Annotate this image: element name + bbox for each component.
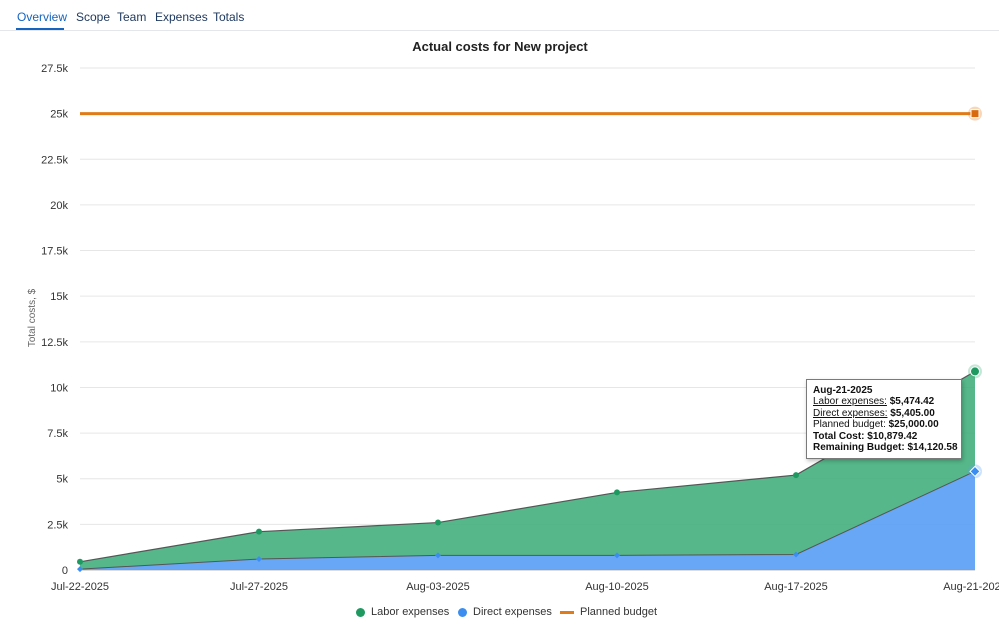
x-tick-label: Aug-10-2025 bbox=[585, 581, 649, 593]
y-axis-label: Total costs, $ bbox=[27, 288, 38, 347]
y-tick-label: 0 bbox=[62, 565, 68, 577]
y-tick-label: 2.5k bbox=[47, 519, 68, 531]
y-tick-label: 20k bbox=[50, 200, 68, 212]
tooltip-date: Aug-21-2025 bbox=[813, 385, 873, 396]
cost-chart: Actual costs for New project Total costs… bbox=[27, 39, 999, 593]
planned-budget-point bbox=[970, 109, 980, 119]
legend-planned-marker bbox=[560, 610, 574, 614]
tooltip-total-value: $10,879.42 bbox=[867, 430, 918, 442]
legend-planned-label: Planned budget bbox=[580, 606, 658, 618]
tab-team[interactable]: Team bbox=[117, 10, 146, 24]
legend-labor-marker bbox=[356, 607, 365, 617]
tooltip-planned-label: Planned budget: bbox=[813, 419, 886, 431]
chart-title: Actual costs for New project bbox=[412, 39, 588, 54]
labor-expenses-point bbox=[614, 489, 620, 496]
legend-item-planned[interactable]: Planned budget bbox=[560, 606, 657, 618]
labor-expenses-point bbox=[77, 558, 83, 565]
y-tick-label: 5k bbox=[56, 474, 68, 486]
legend-item-direct[interactable]: Direct expenses bbox=[458, 606, 552, 618]
legend-direct-marker bbox=[458, 607, 467, 617]
labor-expenses-point bbox=[970, 366, 980, 377]
y-tick-label: 17.5k bbox=[41, 246, 68, 258]
tab-expenses[interactable]: Expenses bbox=[155, 10, 208, 24]
y-tick-label: 10k bbox=[50, 382, 68, 394]
tooltip-direct-label: Direct expenses: bbox=[813, 407, 888, 419]
x-tick-label: Jul-22-2025 bbox=[51, 581, 109, 593]
legend-direct-label: Direct expenses bbox=[473, 606, 552, 618]
labor-expenses-point bbox=[793, 472, 799, 479]
y-tick-label: 25k bbox=[50, 109, 68, 121]
tooltip-labor-value: $5,474.42 bbox=[889, 396, 935, 408]
tooltip-remaining-label: Remaining Budget: bbox=[813, 442, 905, 454]
tab-totals[interactable]: Totals bbox=[213, 10, 244, 24]
tooltip-total-label: Total Cost: bbox=[813, 430, 865, 442]
x-tick-label: Jul-27-2025 bbox=[230, 581, 288, 593]
tab-overview[interactable]: Overview bbox=[17, 10, 67, 24]
tab-bar: Overview Scope Team Expenses Totals bbox=[0, 0, 999, 31]
y-tick-label: 12.5k bbox=[41, 337, 68, 349]
x-tick-label: Aug-17-2025 bbox=[764, 581, 828, 593]
labor-expenses-point bbox=[435, 519, 441, 526]
y-tick-label: 22.5k bbox=[41, 154, 68, 166]
tooltip-labor-label: Labor expenses: bbox=[813, 396, 887, 408]
labor-expenses-point bbox=[256, 528, 262, 535]
tooltip-remaining-value: $14,120.58 bbox=[907, 442, 958, 454]
data-tooltip: Aug-21-2025 Labor expenses: $5,474.42 Di… bbox=[806, 379, 962, 459]
tooltip-direct-value: $5,405.00 bbox=[890, 407, 935, 419]
legend-labor-label: Labor expenses bbox=[371, 606, 450, 618]
x-tick-label: Aug-21-2025 bbox=[943, 581, 999, 593]
y-tick-label: 7.5k bbox=[47, 428, 68, 440]
y-tick-label: 27.5k bbox=[41, 63, 68, 75]
x-tick-label: Aug-03-2025 bbox=[406, 581, 470, 593]
legend-item-labor[interactable]: Labor expenses bbox=[356, 606, 449, 618]
y-tick-label: 15k bbox=[50, 291, 68, 303]
tab-scope[interactable]: Scope bbox=[76, 10, 110, 24]
tooltip-planned-value: $25,000.00 bbox=[888, 419, 939, 431]
